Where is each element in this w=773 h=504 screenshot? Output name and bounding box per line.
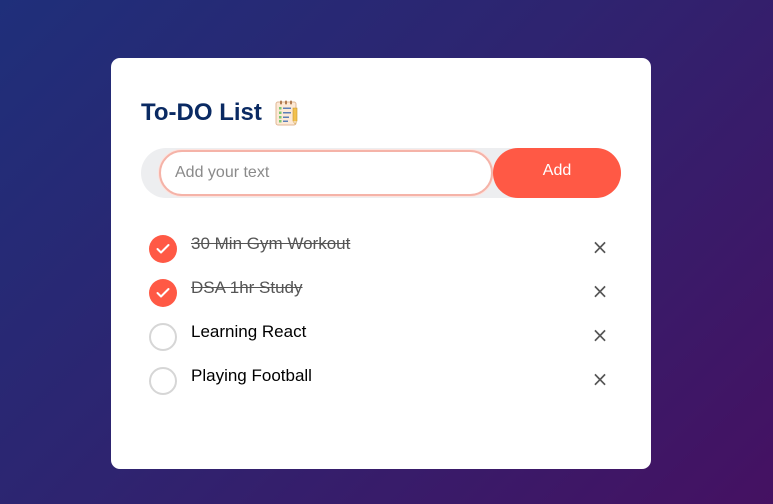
todo-card: To-DO List Add 30 Min Gym Wo xyxy=(111,58,651,469)
remove-task-button[interactable]: × xyxy=(587,322,613,348)
task-item[interactable]: DSA 1hr Study × xyxy=(149,268,613,312)
task-text[interactable]: DSA 1hr Study xyxy=(191,278,303,298)
add-button[interactable]: Add xyxy=(493,148,621,198)
unchecked-circle-icon[interactable] xyxy=(149,367,177,395)
checked-circle-icon[interactable] xyxy=(149,279,177,307)
notepad-icon xyxy=(272,99,300,127)
unchecked-circle-icon[interactable] xyxy=(149,323,177,351)
page-title: To-DO List xyxy=(141,99,262,126)
remove-task-button[interactable]: × xyxy=(587,234,613,260)
header: To-DO List xyxy=(141,96,300,130)
task-item[interactable]: Playing Football × xyxy=(149,356,613,400)
checked-circle-icon[interactable] xyxy=(149,235,177,263)
task-item[interactable]: 30 Min Gym Workout × xyxy=(149,224,613,268)
task-text[interactable]: 30 Min Gym Workout xyxy=(191,234,350,254)
task-list: 30 Min Gym Workout × DSA 1hr Study × Learnin… xyxy=(149,224,613,400)
input-row: Add xyxy=(141,148,621,198)
remove-task-button[interactable]: × xyxy=(587,366,613,392)
task-text[interactable]: Playing Football xyxy=(191,366,312,386)
task-input[interactable] xyxy=(159,150,493,196)
task-item[interactable]: Learning React × xyxy=(149,312,613,356)
task-text[interactable]: Learning React xyxy=(191,322,306,342)
remove-task-button[interactable]: × xyxy=(587,278,613,304)
